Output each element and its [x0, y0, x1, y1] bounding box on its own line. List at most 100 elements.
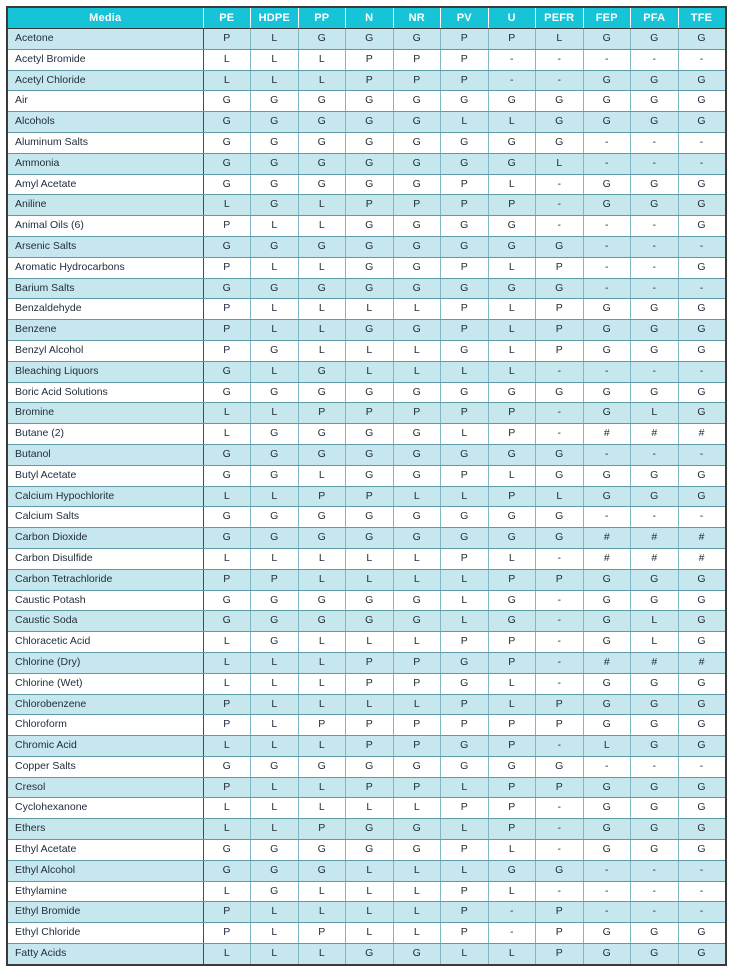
resistance-value-cell: G	[488, 527, 536, 549]
resistance-value-cell: G	[250, 278, 299, 300]
resistance-value-cell: P	[345, 70, 394, 92]
resistance-value-cell: -	[488, 922, 536, 945]
resistance-value-cell: P	[345, 402, 394, 425]
resistance-value-cell: L	[250, 486, 299, 508]
resistance-value-cell: G	[203, 132, 251, 154]
resistance-value-cell: P	[440, 922, 489, 945]
resistance-value-cell: P	[440, 901, 489, 924]
resistance-value-cell: G	[345, 382, 394, 404]
resistance-value-cell: G	[630, 735, 679, 757]
resistance-value-cell: G	[630, 90, 679, 113]
resistance-value-cell: G	[440, 153, 489, 175]
resistance-value-cell: L	[298, 797, 346, 820]
resistance-value-cell: -	[535, 361, 584, 383]
resistance-value-cell: P	[488, 194, 536, 217]
resistance-value-cell: -	[583, 444, 631, 466]
resistance-value-cell: G	[630, 673, 679, 695]
table-body: Acetone P L G G G P P L G G G Acetyl Bromide L L L P P P - -…	[7, 28, 726, 965]
resistance-value-cell: G	[488, 444, 536, 466]
resistance-value-cell: G	[345, 756, 394, 778]
resistance-value-cell: G	[250, 590, 299, 612]
table-row: Chloracetic Acid L G L L L P P - G L G	[7, 631, 726, 653]
table-row: Calcium Hypochlorite L L P P L L P L G G G	[7, 486, 726, 508]
resistance-value-cell: G	[298, 860, 346, 882]
resistance-value-cell: L	[488, 319, 536, 341]
resistance-value-cell: G	[535, 132, 584, 154]
resistance-value-cell: P	[345, 486, 394, 508]
resistance-value-cell: -	[583, 361, 631, 383]
resistance-value-cell: G	[678, 818, 726, 841]
resistance-value-cell: G	[583, 194, 631, 217]
resistance-value-cell: G	[203, 111, 251, 133]
header-row: Media PE HDPE PP N NR PV U PEFR FEP PFA …	[7, 7, 726, 29]
resistance-value-cell: G	[298, 153, 346, 175]
resistance-value-cell: G	[630, 839, 679, 861]
resistance-value-cell: P	[488, 818, 536, 841]
resistance-value-cell: G	[203, 444, 251, 466]
media-name-cell: Cresol	[7, 777, 204, 799]
table-row: Benzyl Alcohol P G L L L G L P G G G	[7, 340, 726, 362]
resistance-value-cell: L	[488, 361, 536, 383]
resistance-value-cell: P	[203, 901, 251, 924]
resistance-value-cell: G	[393, 257, 441, 279]
resistance-value-cell: G	[298, 361, 346, 383]
resistance-value-cell: G	[250, 90, 299, 113]
resistance-value-cell: G	[678, 673, 726, 695]
resistance-value-cell: G	[678, 590, 726, 612]
resistance-value-cell: P	[440, 70, 489, 92]
table-row: Animal Oils (6) P L L G G G G - - - G	[7, 215, 726, 237]
resistance-value-cell: P	[393, 652, 441, 674]
resistance-value-cell: G	[203, 506, 251, 529]
resistance-value-cell: -	[630, 506, 679, 529]
resistance-value-cell: L	[298, 70, 346, 92]
resistance-value-cell: -	[583, 132, 631, 154]
resistance-value-cell: G	[630, 922, 679, 945]
media-name-cell: Butanol	[7, 444, 204, 466]
resistance-value-cell: G	[345, 278, 394, 300]
resistance-value-cell: P	[203, 569, 251, 591]
resistance-value-cell: G	[488, 236, 536, 258]
resistance-value-cell: G	[440, 673, 489, 695]
media-name-cell: Calcium Hypochlorite	[7, 486, 204, 508]
resistance-value-cell: G	[678, 922, 726, 945]
resistance-value-cell: L	[298, 215, 346, 237]
resistance-value-cell: L	[440, 860, 489, 882]
resistance-value-cell: G	[250, 527, 299, 549]
media-name-cell: Acetone	[7, 28, 204, 50]
resistance-value-cell: L	[630, 631, 679, 653]
resistance-value-cell: L	[298, 652, 346, 674]
resistance-value-cell: -	[678, 361, 726, 383]
resistance-value-cell: G	[440, 444, 489, 466]
resistance-value-cell: G	[250, 153, 299, 175]
resistance-value-cell: L	[203, 673, 251, 695]
resistance-value-cell: L	[345, 797, 394, 820]
resistance-value-cell: G	[630, 298, 679, 321]
table-row: Amyl Acetate G G G G G P L - G G G	[7, 174, 726, 196]
resistance-value-cell: L	[393, 901, 441, 924]
resistance-value-cell: L	[583, 735, 631, 757]
resistance-value-cell: L	[345, 860, 394, 882]
resistance-value-cell: G	[393, 215, 441, 237]
resistance-value-cell: L	[440, 569, 489, 591]
column-header-hdpe: HDPE	[250, 7, 299, 29]
resistance-value-cell: G	[298, 444, 346, 466]
resistance-value-cell: G	[583, 340, 631, 362]
resistance-value-cell: -	[583, 153, 631, 175]
media-name-cell: Acetyl Chloride	[7, 70, 204, 92]
resistance-value-cell: -	[535, 881, 584, 903]
resistance-value-cell: L	[630, 402, 679, 425]
resistance-value-cell: -	[488, 70, 536, 92]
resistance-value-cell: G	[630, 194, 679, 217]
resistance-value-cell: G	[345, 444, 394, 466]
resistance-value-cell: G	[440, 340, 489, 362]
resistance-value-cell: L	[440, 111, 489, 133]
resistance-value-cell: L	[250, 714, 299, 737]
resistance-value-cell: L	[203, 402, 251, 425]
resistance-value-cell: L	[393, 340, 441, 362]
resistance-value-cell: P	[440, 298, 489, 321]
resistance-value-cell: G	[630, 777, 679, 799]
resistance-value-cell: P	[488, 777, 536, 799]
resistance-value-cell: L	[250, 215, 299, 237]
resistance-value-cell: L	[250, 402, 299, 425]
media-name-cell: Ethyl Acetate	[7, 839, 204, 861]
